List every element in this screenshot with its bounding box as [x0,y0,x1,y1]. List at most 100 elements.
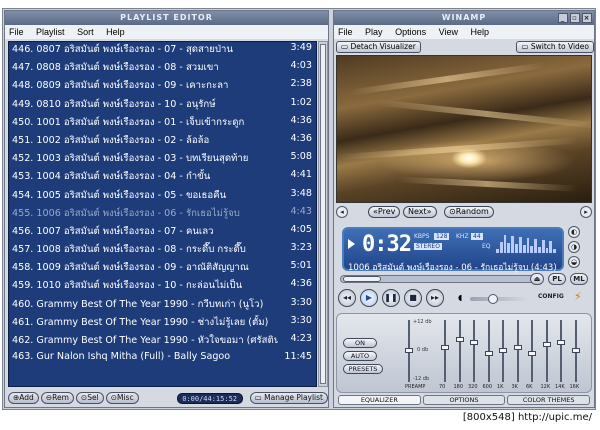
spectrum-bar [511,236,515,253]
playlist-row[interactable]: 452. 1003 อริสมันต์ พงษ์เรืองรอง - 03 - … [9,151,316,169]
playlist-row[interactable]: 446. 0807 อริสมันต์ พงษ์เรืองรอง - 07 - … [9,42,316,60]
previous-track-icon[interactable]: ◂◂ [338,289,356,307]
winamp-menu-file[interactable]: File [338,27,353,37]
seek-knob[interactable] [343,276,381,282]
eq-slider-knob[interactable] [499,348,507,353]
playlist-menu-file[interactable]: File [9,27,24,37]
side-toggle-1-icon[interactable]: ◐ [568,226,580,238]
eq-slider-knob[interactable] [405,348,413,353]
visualizer-display[interactable] [336,55,592,203]
side-toggle-3-icon[interactable]: ◒ [568,256,580,268]
eq-band-slider[interactable] [470,320,478,382]
playlist-row[interactable]: 459. 1010 อริสมันต์ พงษ์เรืองรอง - 10 - … [9,278,316,296]
winamp-menu-options[interactable]: Options [395,27,426,37]
playlist-row[interactable]: 455. 1006 อริสมันต์ พงษ์เรืองรอง - 06 - … [9,206,316,224]
nav-right-icon[interactable]: ▸ [580,206,592,218]
playlist-scrollbar[interactable] [318,41,328,387]
playlist-row[interactable]: 449. 0810 อริสมันต์ พงษ์เรืองรอง - 10 - … [9,97,316,115]
playlist-row[interactable]: 460. Grammy Best Of The Year 1990 - กวีบ… [9,297,316,315]
manage-playlist-button[interactable]: ▭ Manage Playlist [249,392,328,404]
volume-control[interactable]: ◖ [458,293,536,304]
detach-visualizer-button[interactable]: ▭ Detach Visualizer [336,41,421,53]
winamp-menu-help[interactable]: Help [470,27,489,37]
tab-equalizer[interactable]: EQUALIZER [338,395,421,405]
eq-slider-knob[interactable] [571,348,580,353]
eq-presets-button[interactable]: PRESETS [343,364,383,374]
side-toggle-2-icon[interactable]: ◑ [568,241,580,253]
playlist-scroll-thumb[interactable] [320,44,326,384]
playlist-row[interactable]: 462. Grammy Best Of The Year 1990 - หัวใ… [9,333,316,351]
spectrum-analyzer[interactable] [496,233,556,253]
eq-slider-knob[interactable] [528,351,536,356]
winamp-titlebar[interactable]: WINAMP _ ▫ × [334,11,594,25]
nav-left-icon[interactable]: ◂ [336,206,348,218]
playlist-row-duration: 5:01 [290,260,312,272]
random-button[interactable]: ⊙Random [444,206,494,218]
config-label[interactable]: CONFIG [538,293,564,300]
eq-band-slider[interactable] [499,320,507,382]
eq-slider-knob[interactable] [542,342,551,347]
seek-bar[interactable] [340,275,540,283]
prev-button[interactable]: «Prev [368,206,401,218]
playlist-menu-playlist[interactable]: Playlist [36,27,65,37]
khz-value: 44 [471,233,483,240]
eq-band-slider[interactable] [441,320,449,382]
tab-options[interactable]: OPTIONS [422,395,506,405]
tab-color-themes[interactable]: COLOR THEMES [507,395,591,405]
eq-band-slider[interactable] [542,320,551,382]
eq-slider-knob[interactable] [455,337,464,342]
pause-icon[interactable]: ❚❚ [382,289,400,307]
playlist-row[interactable]: 448. 0809 อริสมันต์ พงษ์เรืองรอง - 09 - … [9,78,316,96]
eq-slider-knob[interactable] [513,345,522,350]
close-icon[interactable]: × [582,13,592,23]
winamp-menu-view[interactable]: View [439,27,458,37]
elapsed-time[interactable]: 0:32 [362,232,412,257]
eq-band-label: 14K [555,384,565,390]
eq-on-button[interactable]: ON [343,338,377,348]
eq-slider-knob[interactable] [557,340,565,345]
playlist-row[interactable]: 461. Grammy Best Of The Year 1990 - ช่าง… [9,315,316,333]
eject-icon[interactable]: ⏏ [530,273,544,285]
next-button[interactable]: Next» [403,206,437,218]
playlist-row[interactable]: 451. 1002 อริสมันต์ พงษ์เรืองรอง - 02 - … [9,133,316,151]
eq-band-slider[interactable] [513,320,522,382]
playlist-row[interactable]: 458. 1009 อริสมันต์ พงษ์เรืองรอง - 09 - … [9,260,316,278]
eq-band-slider[interactable] [571,320,580,382]
playlist-row[interactable]: 453. 1004 อริสมันต์ พงษ์เรืองรอง - 04 - … [9,169,316,187]
stop-icon[interactable]: ■ [404,289,422,307]
remove-button[interactable]: ⊖Rem [40,392,74,404]
playlist-row[interactable]: 457. 1008 อริสมันต์ พงษ์เรืองรอง - 08 - … [9,242,316,260]
preamp-slider[interactable] [405,320,413,382]
playlist-menu-help[interactable]: Help [106,27,125,37]
eq-band-slider[interactable] [484,320,493,382]
eq-slider-knob[interactable] [470,340,478,345]
eq-slider-knob[interactable] [441,345,449,350]
playlist-row[interactable]: 450. 1001 อริสมันต์ พงษ์เรืองรอง - 01 - … [9,115,316,133]
misc-button[interactable]: ⊙Misc [105,392,139,404]
playlist-titlebar[interactable]: PLAYLIST EDITOR [5,11,328,25]
winamp-menu-play[interactable]: Play [365,27,383,37]
eq-auto-button[interactable]: AUTO [343,351,377,361]
play-icon[interactable]: ▶ [360,289,378,307]
media-library-toggle-button[interactable]: ML [570,273,588,285]
eq-band-slider[interactable] [528,320,536,382]
volume-track[interactable] [470,297,532,301]
next-track-icon[interactable]: ▸▸ [426,289,444,307]
volume-knob[interactable] [488,294,498,304]
shade-icon[interactable]: ▫ [570,13,580,23]
playlist-row[interactable]: 463. Gur Nalon Ishq Mitha (Full) - Bally… [9,351,316,369]
eq-slider-knob[interactable] [484,351,493,356]
playlist-menu-sort[interactable]: Sort [77,27,94,37]
eq-band-slider[interactable] [455,320,464,382]
playlist-toggle-button[interactable]: PL [548,273,566,285]
switch-to-video-button[interactable]: ▭ Switch to Video [516,41,594,53]
select-button[interactable]: ⊙Sel [75,392,104,404]
eq-band-slider[interactable] [557,320,565,382]
playlist-row[interactable]: 456. 1007 อริสมันต์ พงษ์เรืองรอง - 07 - … [9,224,316,242]
add-button[interactable]: ⊕Add [8,392,39,404]
playlist-track-list[interactable]: 446. 0807 อริสมันต์ พงษ์เรืองรอง - 07 - … [8,41,317,387]
minimize-icon[interactable]: _ [558,13,568,23]
playlist-row-title: 461. Grammy Best Of The Year 1990 - ช่าง… [12,316,269,328]
playlist-row[interactable]: 447. 0808 อริสมันต์ พงษ์เรืองรอง - 08 - … [9,60,316,78]
playlist-row[interactable]: 454. 1005 อริสมันต์ พงษ์เรืองรอง - 05 - … [9,188,316,206]
